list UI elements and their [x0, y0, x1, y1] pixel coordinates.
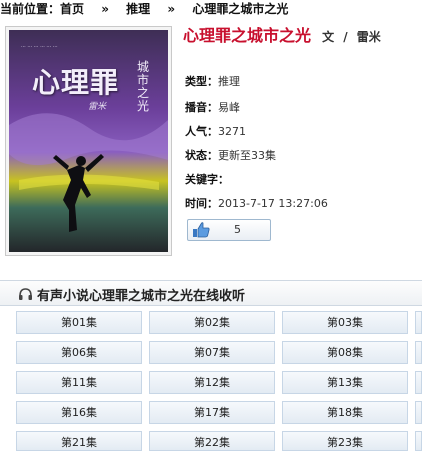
headphones-icon	[18, 286, 33, 305]
episode-button[interactable]: 第17集	[149, 401, 275, 424]
info-value: 2013-7-17 13:27:06	[218, 197, 328, 210]
episode-button[interactable]: 第13集	[282, 371, 408, 394]
breadcrumb-prefix: 当前位置：	[0, 2, 61, 16]
author-separator: /	[343, 30, 348, 44]
info-type: 类型：推理	[185, 73, 240, 89]
episode-button[interactable]: 第06集	[16, 341, 142, 364]
episode-section-title: 有声小说心理罪之城市之光在线收听	[37, 289, 246, 304]
like-count: 5	[234, 223, 241, 236]
info-key: 播音：	[185, 101, 218, 114]
episode-button-partial[interactable]	[415, 311, 422, 334]
book-title: 心理罪之城市之光	[183, 26, 312, 45]
info-status: 状态：更新至33集	[185, 147, 276, 163]
episode-button[interactable]: 第03集	[282, 311, 408, 334]
info-time: 时间：2013-7-17 13:27:06	[185, 195, 328, 211]
info-value: 推理	[218, 75, 240, 88]
breadcrumb: 当前位置：首页 » 推理 » 心理罪之城市之光	[0, 0, 422, 18]
info-key: 关键字：	[185, 173, 229, 186]
breadcrumb-separator: »	[167, 2, 176, 16]
author-label: 文	[322, 30, 335, 44]
episode-button[interactable]: 第22集	[149, 431, 275, 451]
info-key: 时间：	[185, 197, 218, 210]
info-key: 状态：	[185, 149, 218, 162]
episode-button[interactable]: 第07集	[149, 341, 275, 364]
episode-button[interactable]: 第21集	[16, 431, 142, 451]
episode-button-partial[interactable]	[415, 431, 422, 451]
episode-button[interactable]: 第01集	[16, 311, 142, 334]
info-value: 易峰	[218, 101, 240, 114]
episode-button-partial[interactable]	[415, 371, 422, 394]
book-title-row: 心理罪之城市之光 文 / 雷米	[183, 22, 381, 46]
episode-button[interactable]: 第08集	[282, 341, 408, 364]
episode-button-partial[interactable]	[415, 401, 422, 424]
info-value: 更新至33集	[218, 149, 276, 162]
author-name: 雷米	[356, 30, 381, 44]
breadcrumb-current: 心理罪之城市之光	[192, 2, 289, 16]
info-key: 人气：	[185, 125, 218, 138]
episode-button[interactable]: 第02集	[149, 311, 275, 334]
thumbs-up-icon	[192, 222, 210, 242]
svg-text:··· ··· ··· ··· ··· ···: ··· ··· ··· ··· ··· ···	[21, 44, 58, 50]
cover-title: 心理罪	[32, 66, 120, 99]
info-value: 3271	[218, 125, 246, 138]
breadcrumb-home-link[interactable]: 首页	[60, 2, 84, 16]
breadcrumb-category-link[interactable]: 推理	[126, 2, 150, 16]
episode-button[interactable]: 第18集	[282, 401, 408, 424]
episode-section-header: 有声小说心理罪之城市之光在线收听	[0, 280, 422, 306]
info-keywords: 关键字：	[185, 171, 229, 187]
book-cover[interactable]: ··· ··· ··· ··· ··· ··· 心理罪 城市之光 雷米	[5, 26, 172, 256]
episode-button[interactable]: 第11集	[16, 371, 142, 394]
cover-credit: 雷米	[88, 102, 107, 112]
info-popularity: 人气：3271	[185, 123, 246, 139]
breadcrumb-separator: »	[101, 2, 109, 16]
info-key: 类型：	[185, 75, 218, 88]
episode-button[interactable]: 第16集	[16, 401, 142, 424]
info-narrator: 播音：易峰	[185, 99, 240, 115]
episode-button-partial[interactable]	[415, 341, 422, 364]
episode-button[interactable]: 第23集	[282, 431, 408, 451]
cover-subtitle: 城市之光	[137, 60, 150, 113]
like-button[interactable]: 5	[187, 219, 271, 241]
episode-button[interactable]: 第12集	[149, 371, 275, 394]
